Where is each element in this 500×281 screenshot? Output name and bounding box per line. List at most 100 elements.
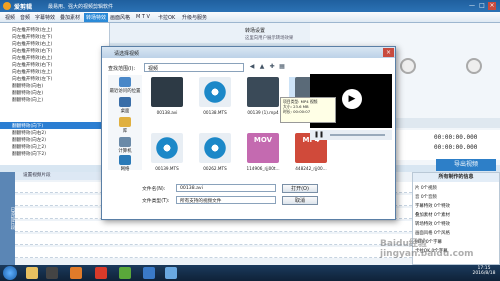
menu-transition[interactable]: 转场特效 [84,13,109,22]
look-in-label: 查找范围(I): [108,66,136,72]
disc-icon [199,77,231,107]
menu-karaoke[interactable]: 卡拉OK [158,14,175,21]
list-item[interactable]: 向右推开特效(右上) [12,41,52,47]
list-item[interactable]: 翻翻特效(向上) [12,97,43,103]
dialog-title: 请选择视频 [102,47,395,58]
file-tooltip: 项目类型: MP4 视频 大小: 23.6 MB 时长: 00:00:07 [280,97,336,123]
timer-panel: 00:00:00.000 00:00:00.000 [394,130,500,160]
menu-style[interactable]: 画面风格 [110,14,130,21]
info-row: 字幕特效 0个特效 [415,204,450,209]
list-item[interactable]: 向左推开特效(右下) [12,62,52,68]
view-menu-icon[interactable]: ▦ [278,63,286,71]
list-item[interactable]: 翻翻特效(向下2) [12,151,46,157]
computer-icon [119,137,131,147]
open-button[interactable]: 打开(O) [282,184,318,193]
firefox-icon[interactable] [70,267,82,279]
recent-places-icon [119,77,131,87]
list-item[interactable]: 翻翻特效(向上2) [12,144,46,150]
menu-overlay[interactable]: 叠加素材 [60,14,80,21]
menu-video[interactable]: 视频 [5,14,15,21]
watermark: Baidu经验 jingyan.baidu.com [380,239,474,259]
filetype-dropdown[interactable]: 所有支持的视频文件 [176,196,276,204]
place-network[interactable]: 网络 [108,155,142,172]
menu-subtitle-fx[interactable]: 字幕特效 [35,14,55,21]
filename-label: 文件名(N): [142,187,166,192]
new-folder-icon[interactable]: ✚ [268,63,276,71]
place-recent[interactable]: 最近访问的位置 [108,77,142,94]
disc-icon [199,133,231,163]
track-row[interactable] [15,234,412,245]
place-libraries[interactable]: 库 [108,117,142,134]
list-item[interactable]: 向右推开特效(左下) [12,76,52,82]
dialog-close-button[interactable]: × [383,48,394,57]
menu-audio[interactable]: 音频 [20,14,30,21]
minimize-button[interactable]: — [468,2,476,10]
video-thumbnail-icon [247,77,279,107]
list-item[interactable]: 向右推开特效(左上) [12,69,52,75]
transition-list: 向左推开特效(左上) 向左推开特效(左下) 向右推开特效(右上) 向右推开特效(… [0,23,110,165]
app-title: 爱剪辑 [14,4,33,11]
list-item[interactable]: 向左推开特效(左下) [12,34,52,40]
settings-note: 这里向用户展示转场效果 [245,36,294,41]
folder-icon[interactable] [26,267,38,279]
timer-left: 00:00:00.000 [434,134,478,141]
menu-upgrade[interactable]: 升级与服务 [182,14,207,21]
maximize-button[interactable]: □ [478,2,486,10]
library-icon [119,117,131,127]
file-item[interactable]: MOV 114906_rjj00t... [241,133,285,179]
track-row[interactable] [15,247,412,258]
pause-icon: ❚❚ [314,131,325,138]
file-item[interactable]: 00262.MTS [193,133,237,179]
look-in-dropdown[interactable]: 视频 [144,63,244,72]
file-item[interactable]: 00138.MTS [193,77,237,123]
cancel-button[interactable]: 取消 [282,196,318,205]
app-green-icon[interactable] [119,267,131,279]
file-item[interactable]: 00139.MTS [145,133,189,179]
export-video-button[interactable]: 导出视频 [436,159,496,171]
place-desktop[interactable]: 桌面 [108,97,142,114]
taskbar-clock[interactable]: 17:15 2016/8/18 [470,266,498,276]
play-icon: ▶ [342,89,362,109]
app-logo-icon [3,2,11,10]
player-controls [394,118,500,128]
timer-right: 00:00:00.000 [434,144,478,151]
place-computer[interactable]: 计算机 [108,137,142,154]
file-item[interactable]: 00139 (1).mp4 [241,77,285,123]
list-item[interactable]: 翻翻特效(向右) [12,83,43,89]
back-icon[interactable]: ◀ [248,63,256,71]
mov-file-icon: MOV [247,133,279,163]
close-button[interactable]: × [488,2,496,10]
file-item[interactable]: 00138.avi [145,77,189,123]
track-row[interactable] [15,221,412,232]
clock-date: 2016/8/18 [472,271,496,276]
aijianji-taskbar-icon[interactable] [165,267,177,279]
list-item[interactable]: 向左推开特效(左上) [12,27,52,33]
filename-input[interactable]: 00138.avi [176,184,276,192]
list-item[interactable]: 翻翻特效(向右2) [12,130,46,136]
app-blue-icon[interactable] [143,267,155,279]
media-player-icon[interactable] [46,267,58,279]
start-button-icon[interactable] [3,266,17,280]
filetype-label: 文件类型(T): [142,199,170,204]
menu-mtv[interactable]: M T V [136,14,150,20]
dialog-preview-controls[interactable]: ❚❚ [310,130,392,140]
desktop-icon [119,97,131,107]
network-icon [119,155,131,165]
disc-icon [151,133,183,163]
up-folder-icon[interactable]: ▲ [258,63,266,71]
list-item[interactable]: 翻翻特效(向左) [12,90,43,96]
list-item[interactable]: 向右推开特效(右下) [12,48,52,54]
clip-settings-bar[interactable]: 设置视频片段 [15,172,112,180]
app-red-icon[interactable] [95,267,107,279]
list-item[interactable]: 向左推开特效(右上) [12,55,52,61]
info-row: 转场特效 0个特效 [415,222,450,227]
preview-seek-bar [330,134,385,136]
info-row: 叠加素材 0个素材 [415,213,450,218]
app-subtitle: 最易用、强大的视频剪辑软件 [48,4,114,10]
info-panel-title: 所有制作的信息 [413,173,499,182]
list-item-selected[interactable]: 翻翻特效(向下) [12,123,43,129]
open-file-dialog: 请选择视频 × 查找范围(I): 视频 ◀ ▲ ✚ ▦ 最近访问的位置 桌面 库… [101,46,396,220]
places-bar: 最近访问的位置 桌面 库 计算机 网络 [108,75,142,172]
look-in-bar: 查找范围(I): 视频 ◀ ▲ ✚ ▦ [106,63,391,73]
list-item[interactable]: 翻翻特效(向左2) [12,137,46,143]
